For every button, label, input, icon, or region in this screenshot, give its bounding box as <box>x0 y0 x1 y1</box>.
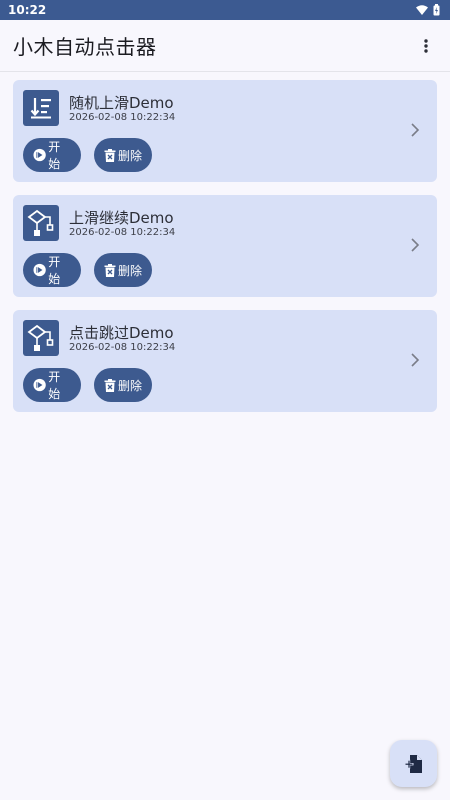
delete-icon <box>104 148 116 162</box>
app-bar: 小木自动点击器 <box>0 20 450 72</box>
start-button[interactable]: 开始 <box>23 138 81 172</box>
play-circle-icon <box>33 148 46 162</box>
play-circle-icon <box>33 263 46 277</box>
add-task-fab[interactable] <box>390 740 437 787</box>
app-title: 小木自动点击器 <box>13 35 157 59</box>
more-vert-icon <box>424 38 428 53</box>
start-label: 开始 <box>48 370 61 401</box>
status-bar: 10:22 <box>0 0 450 20</box>
delete-label: 删除 <box>118 378 143 393</box>
list-sort-icon <box>23 90 59 126</box>
chevron-right-icon <box>411 353 420 367</box>
add-file-icon <box>404 754 422 773</box>
delete-button[interactable]: 删除 <box>94 253 152 287</box>
start-button[interactable]: 开始 <box>23 368 81 402</box>
delete-label: 删除 <box>118 263 143 278</box>
task-card[interactable]: 随机上滑Demo 2026-02-08 10:22:34 开始 删除 <box>13 80 437 182</box>
status-time: 10:22 <box>8 3 47 17</box>
chevron-right-icon <box>411 123 420 137</box>
task-list: 随机上滑Demo 2026-02-08 10:22:34 开始 删除 上滑继续D… <box>13 80 437 425</box>
delete-label: 删除 <box>118 148 143 163</box>
delete-icon <box>104 378 116 392</box>
start-button[interactable]: 开始 <box>23 253 81 287</box>
status-icons <box>416 4 440 16</box>
delete-icon <box>104 263 116 277</box>
battery-icon <box>433 4 440 16</box>
task-title: 上滑继续Demo <box>69 209 174 227</box>
play-circle-icon <box>33 378 46 392</box>
delete-button[interactable]: 删除 <box>94 138 152 172</box>
delete-button[interactable]: 删除 <box>94 368 152 402</box>
chevron-right-icon <box>411 238 420 252</box>
more-menu-button[interactable] <box>414 34 438 58</box>
task-card[interactable]: 点击跳过Demo 2026-02-08 10:22:34 开始 删除 <box>13 310 437 412</box>
task-card[interactable]: 上滑继续Demo 2026-02-08 10:22:34 开始 删除 <box>13 195 437 297</box>
task-time: 2026-02-08 10:22:34 <box>69 342 176 353</box>
flowchart-icon <box>23 205 59 241</box>
start-label: 开始 <box>48 140 61 171</box>
wifi-icon <box>416 5 428 15</box>
task-title: 随机上滑Demo <box>69 94 174 112</box>
flowchart-icon <box>23 320 59 356</box>
task-time: 2026-02-08 10:22:34 <box>69 112 176 123</box>
start-label: 开始 <box>48 255 61 286</box>
task-title: 点击跳过Demo <box>69 324 174 342</box>
task-time: 2026-02-08 10:22:34 <box>69 227 176 238</box>
